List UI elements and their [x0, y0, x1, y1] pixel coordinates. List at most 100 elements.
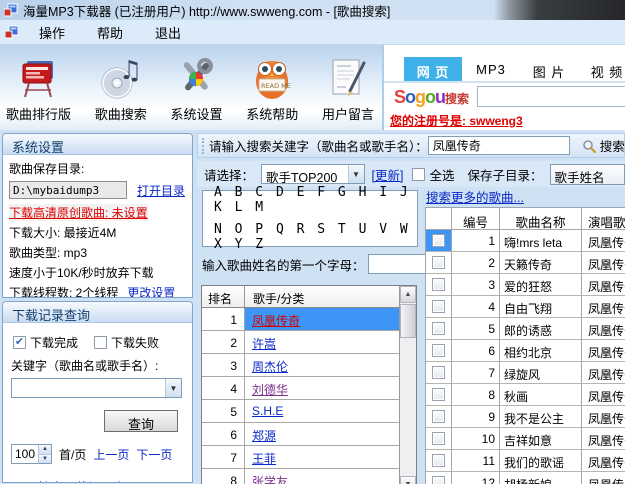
- singer-link[interactable]: S.H.E: [252, 404, 283, 418]
- system-help-button[interactable]: READ ME 系统帮助: [246, 49, 298, 130]
- hd-download-link[interactable]: 下载高清原创歌曲: 未设置: [9, 204, 148, 221]
- save-dir-input[interactable]: [9, 181, 127, 199]
- song-ranking-button[interactable]: 歌曲排行版: [6, 49, 71, 130]
- singer-row[interactable]: 1 凤凰传奇: [202, 308, 399, 331]
- song-row[interactable]: 8 秋画 凤凰传奇: [426, 384, 625, 406]
- spin-down-icon[interactable]: ▼: [39, 454, 51, 464]
- scroll-up-icon[interactable]: ▲: [400, 286, 416, 303]
- tab-webpage[interactable]: 网 页: [404, 57, 462, 81]
- singer-row[interactable]: 3 周杰伦: [202, 354, 399, 377]
- song-checkbox[interactable]: [432, 300, 445, 313]
- page-size-stepper[interactable]: 100 ▲ ▼: [11, 444, 52, 464]
- subdir-combobox[interactable]: 歌手姓名: [550, 164, 625, 185]
- song-type-text: 歌曲类型: mp3: [9, 242, 186, 262]
- song-checkbox[interactable]: [432, 278, 445, 291]
- open-dir-link[interactable]: 打开目录: [137, 182, 185, 199]
- song-checkbox[interactable]: [432, 322, 445, 335]
- menu-item-operate[interactable]: 操作: [27, 20, 77, 45]
- song-checkbox[interactable]: [432, 432, 445, 445]
- alphabet-row-1[interactable]: A B C D E F G H I J K L M: [214, 185, 417, 215]
- singer-link[interactable]: 郑源: [252, 429, 276, 443]
- change-settings-link[interactable]: 更改设置: [127, 284, 175, 299]
- song-checkbox[interactable]: [432, 234, 445, 247]
- tab-mp3[interactable]: MP3: [462, 57, 520, 81]
- tab-image[interactable]: 图 片: [520, 57, 578, 81]
- download-failed-checkbox[interactable]: 下载失败: [94, 334, 159, 351]
- main-content: 请输入搜索关建字（歌曲名或歌手名）： 搜索歌曲 请选择： 歌手TOP200 ▼ …: [197, 130, 625, 484]
- toolbar-buttons: 歌曲排行版 ♫ 歌曲搜索: [0, 45, 382, 130]
- song-search-button[interactable]: ♫ 歌曲搜索: [95, 49, 147, 130]
- singer-row[interactable]: 8 张学友: [202, 469, 399, 484]
- keyword-combobox[interactable]: ▼: [11, 378, 182, 398]
- singer-row[interactable]: 6 郑源: [202, 423, 399, 446]
- singer-row[interactable]: 7 王菲: [202, 446, 399, 469]
- singer-link[interactable]: 张学友: [252, 475, 288, 484]
- system-settings-group: 系统设置 歌曲保存目录: 打开目录 下载高清原创歌曲: 未设置 下载大小: 最接…: [2, 133, 193, 298]
- song-row[interactable]: 2 天籁传奇 凤凰传奇: [426, 252, 625, 274]
- child-window-icon: [5, 25, 19, 39]
- song-checkbox[interactable]: [432, 256, 445, 269]
- expand-record-window-link[interactable]: 扩大下载记录窗口 -->: [9, 477, 186, 483]
- song-checkbox[interactable]: [432, 344, 445, 357]
- singer-link[interactable]: 许嵩: [252, 337, 276, 351]
- owl-readme-icon: READ ME: [249, 56, 295, 102]
- singer-link[interactable]: 王菲: [252, 452, 276, 466]
- alphabet-box[interactable]: A B C D E F G H I J K L M N O P Q R S T …: [202, 190, 418, 247]
- category-combobox[interactable]: 歌手TOP200 ▼: [261, 164, 365, 184]
- singer-link[interactable]: 周杰伦: [252, 360, 288, 374]
- singer-row[interactable]: 2 许嵩: [202, 331, 399, 354]
- singer-link[interactable]: 刘德华: [252, 383, 288, 397]
- filter-toolbar: 请选择： 歌手TOP200 ▼ [更新] 全选 保存子目录： 歌手姓名: [197, 161, 625, 187]
- song-checkbox[interactable]: [432, 388, 445, 401]
- more-songs-link[interactable]: 搜索更多的歌曲...: [426, 187, 524, 206]
- system-settings-header: 系统设置: [3, 134, 192, 155]
- chevron-down-icon[interactable]: ▼: [348, 165, 364, 183]
- select-all-checkbox[interactable]: 全选: [412, 165, 454, 184]
- toolbar-label: 歌曲排行版: [6, 104, 71, 123]
- download-done-checkbox[interactable]: 下载完成: [13, 334, 78, 351]
- song-row[interactable]: 6 相约北京 凤凰传奇: [426, 340, 625, 362]
- scrollbar-thumb[interactable]: [400, 304, 416, 338]
- song-row[interactable]: 5 郎的诱惑 凤凰传奇: [426, 318, 625, 340]
- search-keyword-input[interactable]: [428, 136, 570, 155]
- query-button[interactable]: 查询: [104, 410, 178, 432]
- singer-row[interactable]: 4 刘德华: [202, 377, 399, 400]
- registration-link[interactable]: 您的注册号是: swweng3: [390, 114, 523, 128]
- song-row[interactable]: 7 绿旋风 凤凰传奇: [426, 362, 625, 384]
- song-row[interactable]: 11 我们的歌谣 凤凰传奇: [426, 450, 625, 472]
- subdir-label: 保存子目录：: [467, 165, 542, 184]
- menu-item-help[interactable]: 帮助: [85, 20, 135, 45]
- song-checkbox[interactable]: [432, 454, 445, 467]
- alphabet-row-2[interactable]: N O P Q R S T U V W X Y Z: [214, 222, 417, 252]
- user-message-button[interactable]: 用户留言: [322, 49, 374, 130]
- prev-page-link[interactable]: 上一页: [93, 446, 129, 463]
- singer-row[interactable]: 5 S.H.E: [202, 400, 399, 423]
- song-col-title: 歌曲名称: [500, 208, 582, 229]
- menu-item-exit[interactable]: 退出: [143, 20, 193, 45]
- song-checkbox[interactable]: [432, 410, 445, 423]
- spin-up-icon[interactable]: ▲: [39, 445, 51, 454]
- song-checkbox[interactable]: [432, 476, 445, 484]
- download-size-text: 下载大小: 最接近4M: [9, 222, 186, 242]
- song-row[interactable]: 1 嗨!mrs leta 凤凰传奇: [426, 230, 625, 252]
- toolbar-grip-icon: [202, 138, 204, 154]
- song-row[interactable]: 4 自由飞翔 凤凰传奇: [426, 296, 625, 318]
- search-label: 请输入搜索关建字（歌曲名或歌手名）：: [209, 136, 428, 155]
- system-settings-button[interactable]: 系统设置: [170, 49, 222, 130]
- tab-video[interactable]: 视 频: [578, 57, 625, 81]
- download-record-header: 下载记录查询: [3, 302, 192, 323]
- sogou-search-input[interactable]: [477, 86, 625, 107]
- song-row[interactable]: 9 我不是公主 凤凰传奇: [426, 406, 625, 428]
- next-page-link[interactable]: 下一页: [136, 446, 172, 463]
- search-song-button[interactable]: 搜索歌曲: [582, 136, 625, 155]
- song-row[interactable]: 12 胡杨新娘 凤凰传奇: [426, 472, 625, 484]
- song-row[interactable]: 10 吉祥如意 凤凰传奇: [426, 428, 625, 450]
- chevron-down-icon[interactable]: ▼: [165, 379, 181, 397]
- scroll-down-icon[interactable]: ▼: [400, 476, 416, 484]
- singer-scrollbar[interactable]: ▲ ▼: [399, 286, 416, 484]
- update-link[interactable]: [更新]: [372, 165, 404, 184]
- singer-link[interactable]: 凤凰传奇: [252, 314, 300, 328]
- song-checkbox[interactable]: [432, 366, 445, 379]
- singer-col-name: 歌手/分类: [245, 286, 416, 307]
- song-row[interactable]: 3 爱的狂怒 凤凰传奇: [426, 274, 625, 296]
